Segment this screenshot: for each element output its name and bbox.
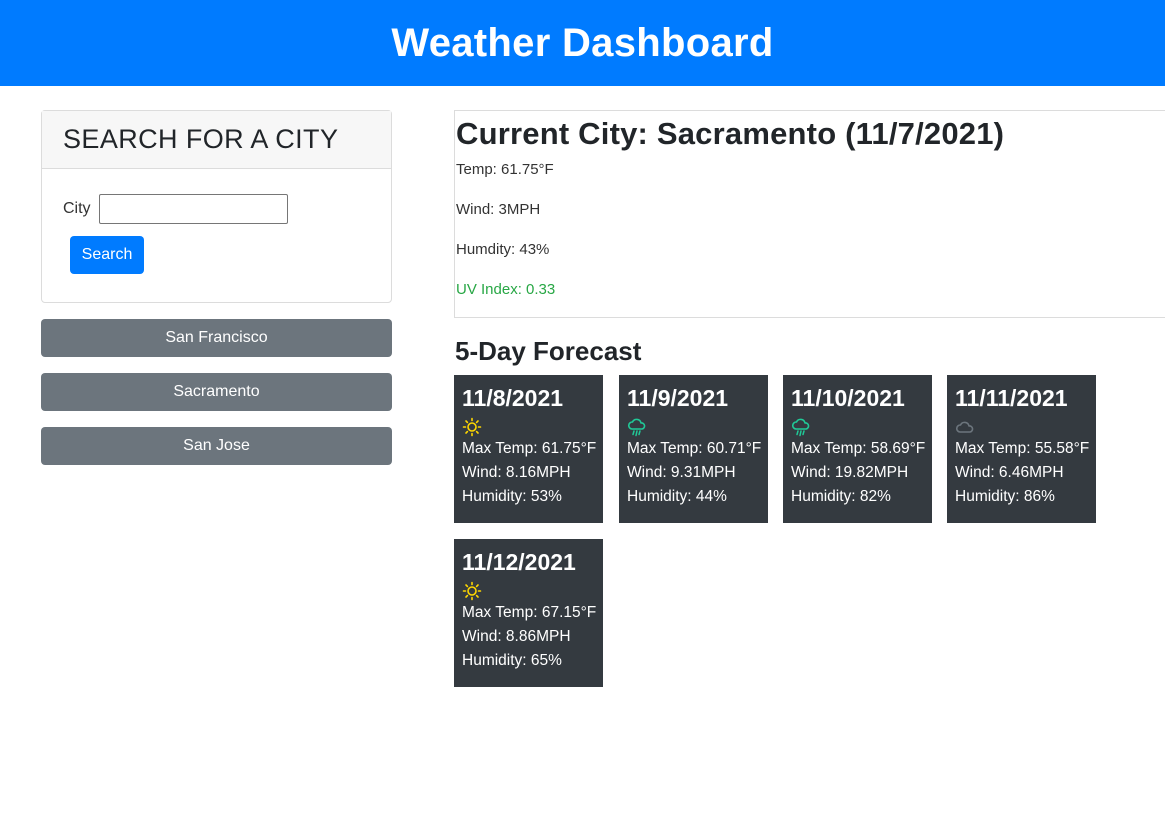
forecast-date: 11/8/2021 [462,385,564,411]
forecast-max-temp: Max Temp: 67.15°F [462,604,597,621]
forecast-wind: Wind: 19.82MPH [791,464,909,481]
rain-cloud-icon [791,418,810,437]
forecast-wind: Wind: 8.16MPH [462,464,571,481]
forecast-max-temp: Max Temp: 61.75°F [462,440,597,457]
current-wind: Wind: 3MPH [456,201,541,218]
forecast-max-temp: Max Temp: 60.71°F [627,440,762,457]
forecast-humidity: Humidity: 65% [462,652,562,669]
sun-icon [462,417,482,437]
forecast-humidity: Humidity: 82% [791,488,891,505]
current-city-title: Current City: Sacramento (11/7/2021) [456,116,1005,151]
cloud-icon [955,421,974,433]
current-humidity: Humdity: 43% [456,241,550,258]
city-input[interactable] [98,194,288,224]
forecast-max-temp: Max Temp: 58.69°F [791,440,926,457]
forecast-max-temp: Max Temp: 55.58°F [955,440,1090,457]
forecast-wind: Wind: 9.31MPH [627,464,736,481]
forecast-date: 11/10/2021 [791,385,905,411]
forecast-card: 11/10/2021 Max Temp: 58.69°F Wind: 19.82… [783,375,932,523]
page-title: Weather Dashboard [391,20,774,65]
current-weather-panel: Current City: Sacramento (11/7/2021) Tem… [454,110,1165,318]
forecast-card: 11/9/2021 Max Temp: 60.71°F Wind: 9.31MP… [619,375,768,523]
forecast-card: 11/12/2021 Max Temp: 67.15°F Wind: 8.86M… [454,539,603,687]
app-header: Weather Dashboard [0,0,1165,86]
history-button-san-francisco[interactable]: San Francisco [41,319,392,357]
forecast-wind: Wind: 8.86MPH [462,628,571,645]
rain-cloud-icon [627,418,646,437]
city-search-row: City [63,194,288,224]
forecast-date: 11/12/2021 [462,549,576,575]
forecast-humidity: Humidity: 53% [462,488,562,505]
forecast-humidity: Humidity: 44% [627,488,727,505]
forecast-date: 11/9/2021 [627,385,729,411]
history-button-sacramento[interactable]: Sacramento [41,373,392,411]
history-button-san-jose[interactable]: San Jose [41,427,392,465]
forecast-card: 11/11/2021 Max Temp: 55.58°F Wind: 6.46M… [947,375,1096,523]
city-label: City [63,200,91,217]
search-panel: SEARCH FOR A CITY City Search [41,110,392,303]
forecast-date: 11/11/2021 [955,385,1068,411]
current-uv-index: UV Index: 0.33 [456,281,556,298]
current-temp: Temp: 61.75°F [456,161,554,178]
search-panel-title: SEARCH FOR A CITY [63,124,339,154]
search-panel-header: SEARCH FOR A CITY [42,111,391,169]
sun-icon [462,581,482,601]
forecast-wind: Wind: 6.46MPH [955,464,1064,481]
search-button[interactable]: Search [70,236,144,274]
forecast-card: 11/8/2021 Max Temp: 61.75°F Wind: 8.16MP… [454,375,603,523]
forecast-humidity: Humidity: 86% [955,488,1055,505]
forecast-title: 5-Day Forecast [455,336,642,366]
